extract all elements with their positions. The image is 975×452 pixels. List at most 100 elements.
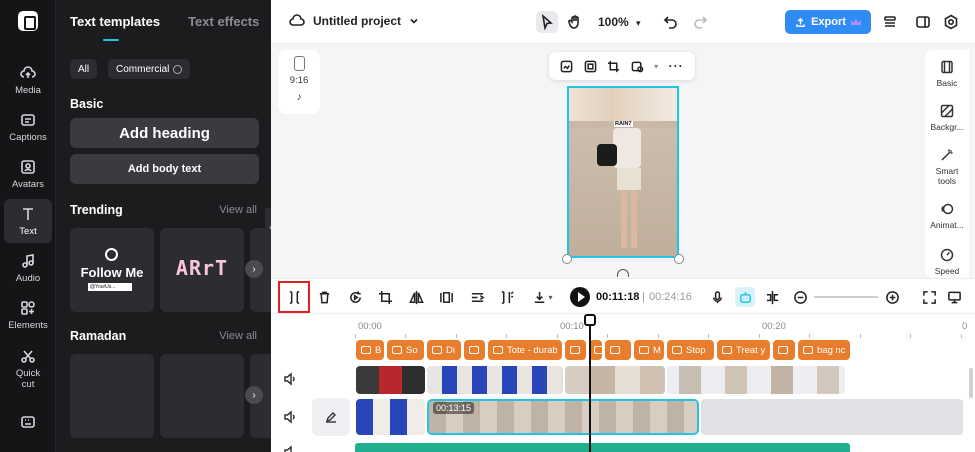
text-clip[interactable]: bag nc [798, 340, 850, 360]
scroll-right-arrow-icon[interactable]: › [245, 260, 263, 278]
preview-mode-button[interactable] [944, 287, 964, 307]
rail-item-text[interactable]: Text [4, 199, 52, 243]
tab-text-templates[interactable]: Text templates [70, 14, 160, 29]
scroll-right-arrow-icon[interactable]: › [245, 386, 263, 404]
more-options-icon[interactable]: ··· [669, 59, 684, 73]
replay-button[interactable] [345, 287, 365, 307]
card-title: ARrT [175, 256, 229, 280]
flip-button[interactable] [406, 287, 426, 307]
zoom-out-button[interactable] [790, 287, 810, 307]
view-all-trending-link[interactable]: View all [219, 204, 257, 216]
template-card-follow-me[interactable]: Follow Me @YourUs... [70, 228, 154, 312]
text-clip[interactable]: Di [427, 340, 461, 360]
text-clip[interactable] [565, 340, 586, 360]
resize-handle-bottom-left[interactable] [562, 254, 572, 264]
panel-item-speed[interactable]: Speed [925, 248, 969, 276]
project-title-menu[interactable]: Untitled project [289, 14, 419, 28]
add-body-text-button[interactable]: Add body text [70, 154, 259, 184]
resize-handle-bottom-right[interactable] [674, 254, 684, 264]
smart-split-button[interactable] [497, 287, 517, 307]
template-card-ramadan-2[interactable] [160, 354, 244, 438]
split-button[interactable] [278, 281, 310, 313]
audio-clip[interactable] [355, 443, 850, 452]
rail-item-avatars[interactable]: Avatars [4, 152, 52, 196]
undo-button[interactable] [660, 11, 682, 33]
crop-icon[interactable] [607, 60, 620, 73]
delete-button[interactable] [314, 287, 334, 307]
text-clip[interactable] [773, 340, 795, 360]
ruler-label: 00:10 [560, 321, 584, 332]
overlay-clip[interactable] [565, 366, 665, 394]
redo-button[interactable] [689, 11, 711, 33]
panel-item-animation[interactable]: Animat... [925, 202, 969, 230]
chevron-down-icon[interactable]: ▾ [654, 62, 658, 71]
transform-button[interactable] [467, 287, 487, 307]
template-card-art[interactable]: ARrT [160, 228, 244, 312]
text-clip[interactable]: M [634, 340, 664, 360]
aspect-ratio-selector[interactable]: 9:16 ♪ [278, 50, 320, 114]
text-clip[interactable] [464, 340, 485, 360]
select-tool-button[interactable] [536, 11, 558, 33]
main-clip-left[interactable] [356, 399, 425, 435]
layers-button[interactable] [879, 11, 901, 33]
crop-button[interactable] [375, 287, 395, 307]
robot-icon [739, 291, 751, 303]
rail-item-audio[interactable]: Audio [4, 246, 52, 290]
rail-label: Captions [9, 131, 47, 143]
text-clip[interactable]: Tote - durab [488, 340, 562, 360]
split-icon [289, 290, 299, 304]
app-logo-icon[interactable] [18, 11, 38, 31]
settings-button[interactable] [940, 11, 962, 33]
fit-frame-icon[interactable] [584, 60, 597, 73]
play-button[interactable] [570, 287, 590, 307]
hand-tool-button[interactable] [564, 11, 586, 33]
text-clip[interactable]: So [387, 340, 424, 360]
filter-chip-all[interactable]: All [70, 59, 98, 79]
video-preview-frame[interactable]: RAIN7 [567, 86, 679, 258]
properties-panel: Basic Backgr... Smart tools Animat... Sp… [925, 50, 969, 278]
zoom-level-dropdown[interactable]: 100% ▾ [598, 15, 641, 29]
overlay-clip[interactable] [356, 366, 425, 394]
text-clip[interactable] [605, 340, 631, 360]
timeline-zoom-slider[interactable] [814, 296, 878, 298]
toggle-panel-button[interactable] [912, 11, 934, 33]
rail-item-shortcuts[interactable] [4, 406, 52, 442]
filter-chip-commercial[interactable]: Commercial [108, 59, 191, 79]
rail-item-quick-cut[interactable]: Quick cut [4, 344, 52, 394]
rotate-handle-icon[interactable] [617, 269, 629, 277]
panel-item-smart-tools[interactable]: Smart tools [925, 148, 969, 186]
record-voice-button[interactable] [707, 287, 727, 307]
replace-image-icon[interactable] [560, 60, 573, 73]
timeline-vertical-scrollbar[interactable] [969, 368, 973, 398]
playhead-handle[interactable] [584, 314, 596, 326]
overlay-clip[interactable] [667, 366, 845, 394]
text-clip[interactable]: Treat y [717, 340, 770, 360]
text-clip[interactable]: B [356, 340, 384, 360]
captions-icon [21, 113, 35, 126]
add-heading-button[interactable]: Add heading [70, 118, 259, 148]
playhead[interactable] [589, 314, 591, 452]
template-card-ramadan-1[interactable] [70, 354, 154, 438]
track-volume-button[interactable] [283, 372, 297, 386]
panel-item-basic[interactable]: Basic [925, 60, 969, 88]
track-volume-button[interactable] [283, 445, 297, 452]
split-view-button[interactable] [762, 287, 782, 307]
text-clip[interactable]: Stop [667, 340, 714, 360]
overlay-clip[interactable] [427, 366, 563, 394]
panel-item-background[interactable]: Backgr... [925, 104, 969, 132]
rail-item-elements[interactable]: Elements [4, 293, 52, 337]
view-all-ramadan-link[interactable]: View all [219, 330, 257, 342]
rail-item-media[interactable]: Media [4, 58, 52, 102]
zoom-in-button[interactable] [882, 287, 902, 307]
track-volume-button[interactable] [283, 410, 297, 424]
download-button[interactable]: ▾ [529, 287, 557, 307]
mask-icon[interactable] [631, 60, 644, 73]
export-button[interactable]: Export [785, 10, 871, 34]
edit-track-button[interactable] [312, 398, 350, 436]
fit-timeline-button[interactable] [919, 287, 939, 307]
freeze-button[interactable] [436, 287, 456, 307]
tab-text-effects[interactable]: Text effects [188, 14, 259, 29]
floating-toolbar: ▾ ··· [549, 52, 695, 80]
ai-assistant-button[interactable] [735, 287, 755, 307]
rail-item-captions[interactable]: Captions [4, 105, 52, 149]
